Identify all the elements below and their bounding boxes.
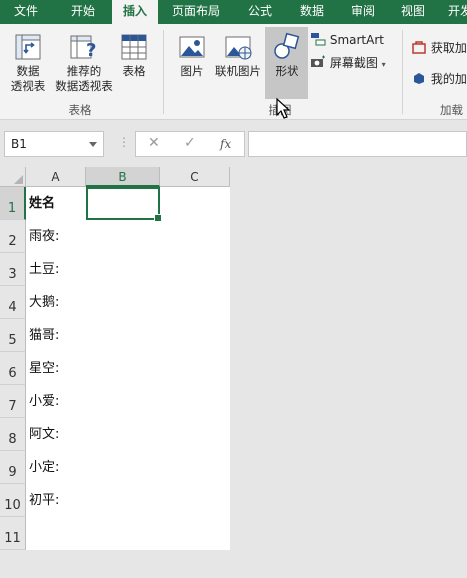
table-icon — [121, 34, 147, 60]
screenshot-button[interactable]: 屏幕截图 ▾ — [310, 55, 386, 73]
cell-a4[interactable]: 大鹅: — [26, 286, 86, 319]
ribbon-panel: 数据 透视表 ? 推荐的 数据透视表 表格 表格 图片 联机图片 形状 Smar… — [0, 24, 467, 120]
cell-a3[interactable]: 土豆: — [26, 253, 86, 286]
enter-icon[interactable]: ✓ — [184, 135, 196, 151]
row-header[interactable]: 6 — [0, 352, 26, 385]
recommended-pivot-label-line2: 数据透视表 — [55, 79, 113, 93]
row-header[interactable]: 2 — [0, 220, 26, 253]
addins-icon — [414, 73, 424, 84]
table-label: 表格 — [122, 64, 146, 78]
smartart-icon — [311, 33, 326, 46]
formula-buttons: ✕ ✓ fx — [135, 131, 245, 157]
my-addins-button[interactable]: 我的加 — [412, 71, 467, 87]
pivot-table-button[interactable]: 数据 透视表 — [6, 32, 50, 94]
cell-a6[interactable]: 星空: — [26, 352, 86, 385]
chevron-down-icon: ▾ — [381, 60, 386, 69]
row-header[interactable]: 1 — [0, 187, 26, 220]
select-all-button[interactable] — [0, 167, 26, 187]
row-header[interactable]: 4 — [0, 286, 26, 319]
row-header[interactable]: 8 — [0, 418, 26, 451]
picture-icon — [179, 36, 205, 58]
screenshot-label: 屏幕截图 — [329, 56, 378, 70]
cell-a7[interactable]: 小爱: — [26, 385, 86, 418]
shapes-label: 形状 — [275, 64, 299, 78]
row-header[interactable]: 11 — [0, 517, 26, 550]
store-icon — [412, 41, 426, 54]
formula-bar-grip[interactable]: ⋮ — [118, 135, 130, 149]
smartart-label: SmartArt — [329, 33, 384, 47]
cell-a1[interactable]: 姓名 — [26, 187, 86, 220]
ribbon-tab-bar: 文件 开始 插入 页面布局 公式 数据 审阅 视图 开发 — [0, 0, 467, 24]
online-picture-icon — [225, 36, 252, 60]
insert-function-icon[interactable]: fx — [220, 137, 231, 151]
tab-file[interactable]: 文件 — [0, 0, 52, 24]
tab-formulas[interactable]: 公式 — [236, 0, 284, 24]
online-pictures-button[interactable]: 联机图片 — [212, 32, 264, 79]
tab-review[interactable]: 审阅 — [340, 0, 386, 24]
row-header[interactable]: 5 — [0, 319, 26, 352]
row-header[interactable]: 9 — [0, 451, 26, 484]
column-header-b[interactable]: B — [86, 167, 160, 187]
recommended-pivot-icon: ? — [70, 35, 96, 61]
group-separator — [402, 30, 403, 114]
tab-page-layout[interactable]: 页面布局 — [163, 0, 229, 24]
cell-a2[interactable]: 雨夜: — [26, 220, 86, 253]
svg-text:?: ? — [86, 40, 96, 61]
formula-bar-area: B1 ⋮ ✕ ✓ fx — [0, 121, 467, 167]
shapes-button[interactable]: 形状 — [266, 32, 308, 79]
pivot-table-label-line1: 数据 — [16, 64, 40, 78]
pivot-table-label-line2: 透视表 — [10, 79, 46, 93]
chevron-down-icon[interactable] — [89, 142, 97, 147]
cell-a10[interactable]: 初平: — [26, 484, 86, 517]
smartart-button[interactable]: SmartArt — [310, 32, 384, 48]
camera-icon — [311, 55, 325, 67]
column-header-a[interactable]: A — [26, 167, 86, 187]
row-header[interactable]: 7 — [0, 385, 26, 418]
recommended-pivot-label-line1: 推荐的 — [66, 64, 102, 78]
my-addins-label: 我的加 — [430, 72, 467, 86]
tab-data[interactable]: 数据 — [288, 0, 336, 24]
column-header-c[interactable]: C — [160, 167, 230, 187]
tab-insert[interactable]: 插入 — [112, 0, 158, 24]
row-header[interactable]: 3 — [0, 253, 26, 286]
cell-a5[interactable]: 猫哥: — [26, 319, 86, 352]
tab-view[interactable]: 视图 — [390, 0, 436, 24]
cell-a8[interactable]: 阿文: — [26, 418, 86, 451]
name-box-value: B1 — [11, 137, 27, 151]
group-separator — [163, 30, 164, 114]
pivot-table-icon — [15, 34, 41, 60]
worksheet-grid[interactable]: A B C 1 2 3 4 5 6 7 8 9 10 11 姓名 雨夜: 土豆:… — [0, 167, 230, 550]
pictures-label: 图片 — [180, 64, 204, 78]
group-label-tables: 表格 — [68, 103, 92, 117]
name-box[interactable]: B1 — [4, 131, 104, 157]
row-header[interactable]: 10 — [0, 484, 26, 517]
get-addins-label: 获取加 — [430, 41, 467, 55]
active-cell-selection[interactable] — [86, 187, 162, 222]
pictures-button[interactable]: 图片 — [172, 32, 212, 79]
group-label-addins: 加载 — [440, 103, 463, 117]
shapes-icon — [274, 32, 300, 59]
table-button[interactable]: 表格 — [114, 32, 154, 79]
tab-developer[interactable]: 开发 — [440, 0, 467, 24]
cancel-icon[interactable]: ✕ — [148, 135, 160, 151]
cell-a9[interactable]: 小定: — [26, 451, 86, 484]
formula-input[interactable] — [248, 131, 467, 157]
tab-home[interactable]: 开始 — [56, 0, 110, 24]
get-addins-button[interactable]: 获取加 — [412, 40, 467, 56]
online-pictures-label: 联机图片 — [215, 64, 261, 78]
recommended-pivot-tables-button[interactable]: ? 推荐的 数据透视表 — [54, 32, 114, 94]
mouse-cursor-icon — [276, 98, 291, 119]
cell-a11[interactable] — [26, 517, 86, 550]
